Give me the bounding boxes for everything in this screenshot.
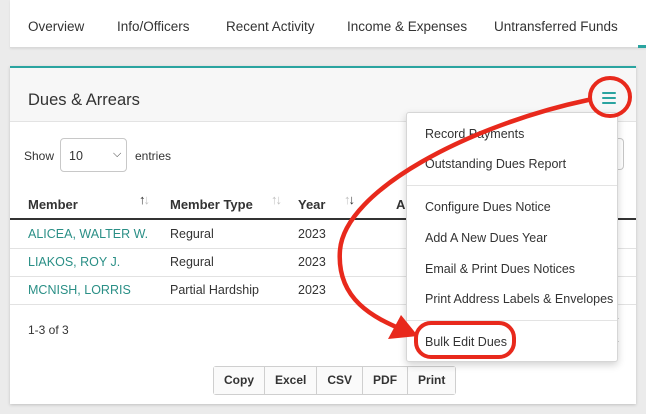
show-label: Show	[24, 149, 55, 163]
column-header-member-type[interactable]: Member Type	[170, 197, 253, 212]
pdf-button[interactable]: PDF	[363, 367, 409, 394]
menu-divider	[407, 185, 617, 186]
top-tab-bar: Overview Info/Officers Recent Activity I…	[10, 0, 646, 48]
member-type-cell: Regural	[170, 255, 214, 269]
column-header-year[interactable]: Year	[298, 197, 325, 212]
export-button-group: Copy Excel CSV PDF Print	[213, 366, 457, 395]
menu-item-add-dues-year[interactable]: Add A New Dues Year	[425, 231, 547, 245]
tab-info-officers[interactable]: Info/Officers	[117, 19, 190, 34]
menu-item-configure-dues-notice[interactable]: Configure Dues Notice	[425, 200, 551, 214]
menu-item-email-print-dues-notices[interactable]: Email & Print Dues Notices	[425, 262, 575, 276]
panel-title: Dues & Arrears	[28, 91, 140, 109]
year-cell: 2023	[298, 255, 326, 269]
table-info-count: 1-3 of 3	[28, 323, 69, 337]
menu-item-print-address-labels[interactable]: Print Address Labels & Envelopes	[425, 292, 613, 306]
member-type-cell: Regural	[170, 227, 214, 241]
tab-untransferred-funds[interactable]: Untransferred Funds	[494, 19, 618, 34]
sort-arrows-icon: ↑↓	[139, 192, 150, 207]
hamburger-menu-icon[interactable]	[600, 90, 618, 106]
tab-overview[interactable]: Overview	[28, 19, 84, 34]
member-type-cell: Partial Hardship	[170, 283, 259, 297]
active-tab-indicator	[638, 45, 646, 48]
menu-item-outstanding-dues-report[interactable]: Outstanding Dues Report	[425, 157, 566, 171]
chevron-down-icon: ⌵	[113, 148, 122, 160]
menu-divider	[407, 320, 617, 321]
tab-income-expenses[interactable]: Income & Expenses	[347, 19, 467, 34]
page-length-value: 10	[69, 149, 83, 163]
csv-button[interactable]: CSV	[317, 367, 364, 394]
print-button[interactable]: Print	[408, 367, 456, 394]
copy-button[interactable]: Copy	[214, 367, 265, 394]
sort-arrows-icon: ↑↓	[344, 192, 355, 207]
member-link[interactable]: ALICEA, WALTER W.	[28, 227, 148, 241]
menu-item-record-payments[interactable]: Record Payments	[425, 127, 524, 141]
year-cell: 2023	[298, 283, 326, 297]
column-header-member[interactable]: Member	[28, 197, 78, 212]
tab-recent-activity[interactable]: Recent Activity	[226, 19, 315, 34]
member-link[interactable]: LIAKOS, ROY J.	[28, 255, 120, 269]
column-header-amount[interactable]: A	[396, 197, 405, 212]
excel-button[interactable]: Excel	[265, 367, 318, 394]
sort-arrows-icon: ↑↓	[271, 192, 282, 207]
menu-item-bulk-edit-dues[interactable]: Bulk Edit Dues	[425, 335, 507, 349]
page-length-select[interactable]: 10 ⌵	[60, 138, 127, 172]
year-cell: 2023	[298, 227, 326, 241]
entries-label: entries	[135, 149, 172, 163]
actions-dropdown-menu: Record Payments Outstanding Dues Report …	[406, 112, 618, 362]
member-link[interactable]: MCNISH, LORRIS	[28, 283, 131, 297]
